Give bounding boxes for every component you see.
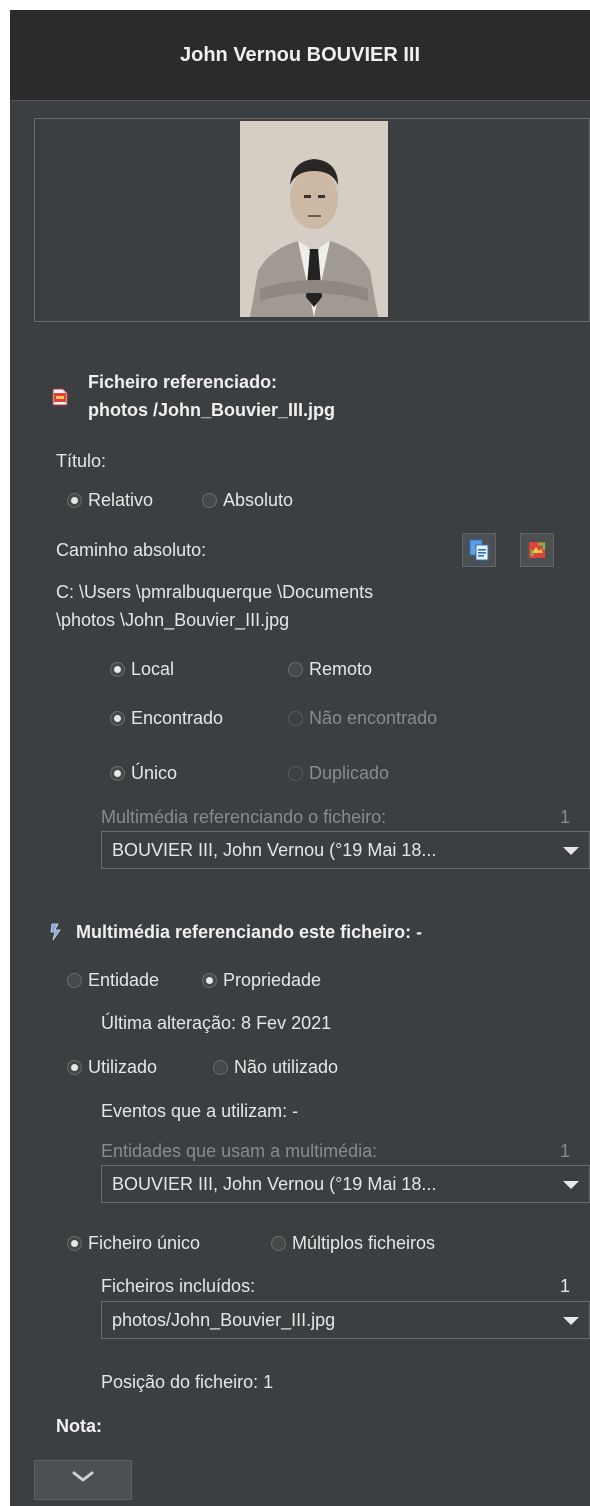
radio-used-label: Utilizado (88, 1057, 158, 1077)
radio-relative-label: Relativo (88, 490, 154, 510)
media-heading: Multimédia referenciando este ficheiro: … (76, 922, 423, 942)
referencing-dropdown[interactable]: BOUVIER III, John Vernou (°19 Mai 18... (101, 831, 590, 869)
type-property[interactable]: Propriedade (202, 970, 321, 991)
radio-local-label: Local (131, 659, 175, 679)
radio-multiple-files-label: Múltiplos ficheiros (292, 1233, 436, 1253)
media-link-icon (48, 922, 66, 947)
radio-used[interactable] (67, 1060, 82, 1075)
uniqueness-unique[interactable]: Único (110, 763, 177, 784)
person-name-title: John Vernou BOUVIER III (179, 43, 421, 66)
chevron-down-icon (563, 1317, 579, 1325)
entities-dropdown-value: BOUVIER III, John Vernou (°19 Mai 18... (112, 1174, 437, 1194)
title-label: Título: (56, 451, 107, 471)
path-mode-relative[interactable]: Relativo (67, 490, 153, 511)
radio-remote-label: Remoto (309, 659, 373, 679)
uniqueness-duplicate: Duplicado (288, 763, 389, 784)
included-files-dropdown-value: photos/John_Bouvier_III.jpg (112, 1310, 336, 1330)
location-remote[interactable]: Remoto (288, 659, 372, 680)
absolute-path-line1: C: \Users \pmralbuquerque \Documents (56, 582, 374, 602)
radio-duplicate (288, 766, 303, 781)
radio-absolute[interactable] (202, 493, 217, 508)
included-files-label: Ficheiros incluídos: (101, 1276, 256, 1296)
expand-note-button[interactable] (34, 1460, 132, 1500)
photo-frame (34, 118, 590, 322)
radio-remote[interactable] (288, 662, 303, 677)
radio-single-file[interactable] (67, 1236, 82, 1251)
events-label: Eventos que a utilizam: - (101, 1101, 299, 1121)
radio-property[interactable] (202, 973, 217, 988)
last-change: Última alteração: 8 Fev 2021 (101, 1013, 332, 1033)
radio-relative[interactable] (67, 493, 82, 508)
note-label: Nota: (56, 1416, 102, 1436)
radio-absolute-label: Absoluto (223, 490, 294, 510)
entities-count: 1 (560, 1141, 571, 1161)
chevron-down-icon (563, 847, 579, 855)
type-entity[interactable]: Entidade (67, 970, 159, 991)
copy-path-icon (469, 539, 489, 561)
included-files-dropdown[interactable]: photos/John_Bouvier_III.jpg (101, 1301, 590, 1339)
copy-path-button[interactable] (462, 533, 496, 567)
portrait-image (240, 121, 388, 317)
file-position: Posição do ficheiro: 1 (101, 1372, 274, 1392)
media-details-panel: John Vernou BOUVIER III Ficheiro referen… (10, 10, 590, 1506)
replace-file-icon (529, 542, 546, 558)
radio-entity[interactable] (67, 973, 82, 988)
usage-unused[interactable]: Não utilizado (213, 1057, 338, 1078)
files-mode-single[interactable]: Ficheiro único (67, 1233, 200, 1254)
referencing-count: 1 (560, 807, 571, 827)
absolute-path-label: Caminho absoluto: (56, 540, 207, 560)
radio-duplicate-label: Duplicado (309, 763, 390, 783)
radio-unique[interactable] (110, 766, 125, 781)
absolute-path-line2: \photos \John_Bouvier_III.jpg (56, 610, 290, 630)
radio-entity-label: Entidade (88, 970, 160, 990)
radio-found[interactable] (110, 711, 125, 726)
radio-unused[interactable] (213, 1060, 228, 1075)
radio-single-file-label: Ficheiro único (88, 1233, 201, 1253)
panel-header: John Vernou BOUVIER III (10, 10, 590, 101)
radio-multiple-files[interactable] (271, 1236, 286, 1251)
file-heading-label: Ficheiro referenciado: (88, 372, 278, 392)
chevron-down-icon (563, 1181, 579, 1189)
radio-local[interactable] (110, 662, 125, 677)
chevron-down-icon (72, 1471, 94, 1482)
person-photo[interactable] (240, 121, 388, 317)
radio-unused-label: Não utilizado (234, 1057, 339, 1077)
radio-not-found-label: Não encontrado (309, 708, 438, 728)
usage-used[interactable]: Utilizado (67, 1057, 157, 1078)
image-file-icon (52, 388, 68, 411)
radio-found-label: Encontrado (131, 708, 224, 728)
replace-file-button[interactable] (520, 533, 554, 567)
referencing-dropdown-value: BOUVIER III, John Vernou (°19 Mai 18... (112, 840, 437, 860)
path-mode-absolute[interactable]: Absoluto (202, 490, 293, 511)
entities-label: Entidades que usam a multimédia: (101, 1141, 378, 1161)
included-files-count: 1 (560, 1276, 571, 1296)
entities-dropdown[interactable]: BOUVIER III, John Vernou (°19 Mai 18... (101, 1165, 590, 1203)
file-heading-path: photos /John_Bouvier_III.jpg (88, 400, 336, 420)
radio-unique-label: Único (131, 763, 178, 783)
found-not-found: Não encontrado (288, 708, 437, 729)
files-mode-multiple[interactable]: Múltiplos ficheiros (271, 1233, 435, 1254)
found-found[interactable]: Encontrado (110, 708, 223, 729)
location-local[interactable]: Local (110, 659, 174, 680)
referencing-label: Multimédia referenciando o ficheiro: (101, 807, 387, 827)
radio-property-label: Propriedade (223, 970, 322, 990)
radio-not-found (288, 711, 303, 726)
